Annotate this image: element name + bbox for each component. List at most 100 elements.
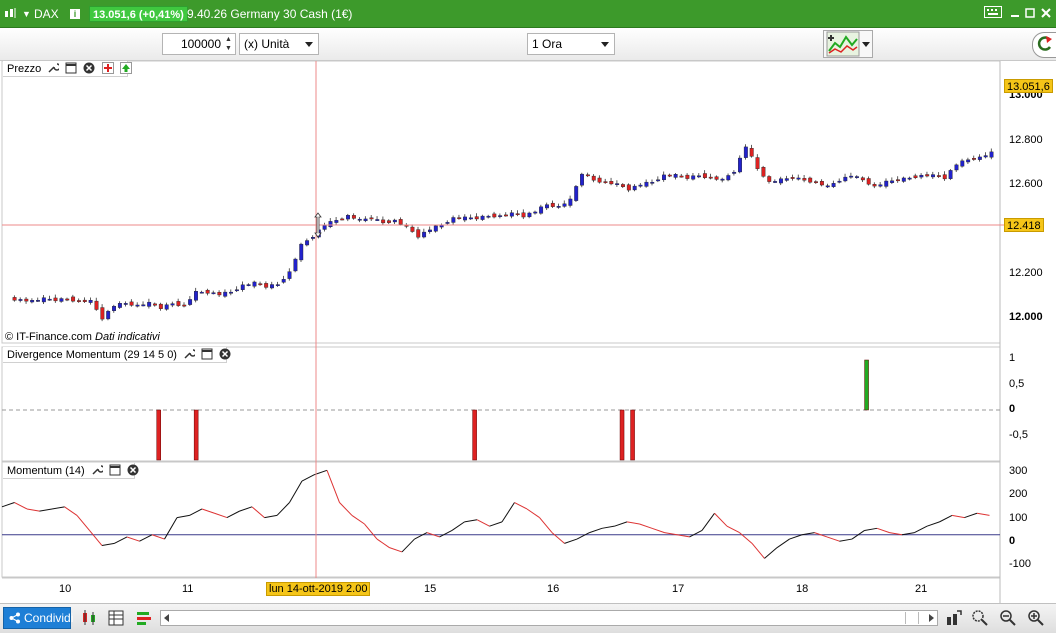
bear-candle — [504, 214, 508, 217]
last-price-badge: 13.051,6 (+0,41%) — [89, 6, 188, 22]
bull-candle — [363, 218, 368, 222]
date-tick: 15 — [424, 583, 437, 595]
bear-candle — [621, 184, 625, 187]
wrench-icon[interactable] — [91, 464, 103, 476]
timeframe-select[interactable]: 1 Ora — [527, 33, 615, 55]
bear-candle — [913, 175, 918, 178]
bull-candle — [784, 178, 789, 181]
bear-candle — [387, 220, 391, 223]
bull-candle — [977, 156, 982, 160]
bear-candle — [872, 184, 877, 187]
keyboard-icon[interactable] — [983, 6, 1003, 22]
date-tick: 17 — [672, 583, 685, 595]
bear-candle — [896, 179, 900, 182]
bull-candle — [773, 181, 778, 183]
scroll-right-icon[interactable] — [929, 614, 934, 622]
bull-candle — [170, 303, 175, 306]
indicators-button[interactable] — [823, 30, 873, 58]
bull-candle — [907, 177, 912, 180]
price-panel-header: Prezzo — [3, 61, 132, 77]
bearish-divergence-bar — [156, 409, 161, 461]
bear-candle — [158, 303, 163, 309]
candlestick-icon[interactable] — [80, 609, 98, 627]
window-icon[interactable] — [109, 464, 121, 476]
close-panel-icon[interactable] — [127, 464, 139, 476]
move-up-icon[interactable] — [119, 62, 132, 74]
zoom-area-icon[interactable] — [971, 609, 989, 627]
add-indicator-icon[interactable] — [101, 62, 114, 74]
bull-candle — [299, 243, 304, 261]
date-tick: 21 — [915, 583, 928, 595]
bar-chart-icon[interactable] — [135, 609, 153, 627]
bull-candle — [901, 177, 906, 182]
bull-candle — [983, 155, 988, 158]
auto-scroll-icon[interactable] — [945, 609, 963, 627]
bear-candle — [667, 174, 672, 177]
zoom-out-icon[interactable] — [999, 609, 1017, 627]
minimize-icon[interactable] — [1007, 6, 1023, 22]
wrench-icon[interactable] — [47, 62, 60, 74]
symbol-name[interactable]: DAX — [34, 0, 59, 28]
bull-candle — [966, 159, 971, 163]
bear-candle — [82, 299, 87, 302]
bull-candle — [193, 291, 198, 301]
copyright-text: © IT-Finance.com Dati indicativi — [5, 331, 160, 343]
bull-candle — [890, 180, 895, 183]
bear-candle — [609, 181, 614, 185]
chart-type-icon[interactable] — [4, 0, 18, 28]
toolbar: 100000 ▲ ▼ (x) Unità 1 Ora — [0, 28, 1056, 61]
bear-candle — [550, 202, 555, 207]
share-icon — [9, 612, 20, 624]
refresh-icon — [1037, 36, 1052, 51]
zoom-in-icon[interactable] — [1027, 609, 1045, 627]
bull-candle — [293, 258, 298, 272]
bear-candle — [457, 217, 462, 220]
bull-candle — [287, 271, 292, 279]
maximize-icon[interactable] — [1022, 6, 1038, 22]
bear-candle — [972, 158, 976, 160]
table-icon[interactable] — [107, 609, 125, 627]
quantity-stepper[interactable]: 100000 ▲ ▼ — [162, 33, 236, 55]
side-panel-toggle[interactable] — [1032, 32, 1056, 58]
horizontal-scrollbar[interactable] — [160, 610, 938, 626]
bear-candle — [71, 296, 76, 302]
unit-select[interactable]: (x) Unità — [239, 33, 319, 55]
momentum-tick: 100 — [1009, 512, 1028, 524]
bull-candle — [574, 186, 579, 201]
momentum-tick: 0 — [1009, 535, 1016, 547]
indicator-chart-icon — [826, 31, 860, 57]
window-icon[interactable] — [65, 62, 77, 74]
symbol-dropdown-chevron-icon[interactable]: ▼ — [22, 0, 31, 28]
share-button[interactable]: Condividi — [3, 607, 73, 629]
bear-candle — [802, 178, 807, 181]
bull-candle — [346, 215, 350, 220]
bear-candle — [860, 177, 865, 181]
bearish-divergence-bar — [619, 409, 625, 461]
bull-candle — [556, 206, 561, 208]
bull-candle — [223, 291, 228, 297]
window-icon[interactable] — [201, 348, 213, 360]
close-panel-icon[interactable] — [219, 348, 231, 360]
quantity-value: 100000 — [180, 37, 221, 51]
bull-candle — [164, 304, 169, 310]
scrollbar-thumb[interactable] — [905, 612, 919, 624]
date-tick: 18 — [796, 583, 809, 595]
info-icon[interactable]: i — [70, 9, 80, 19]
momentum-panel-frame — [1, 461, 1001, 578]
bull-candle — [843, 176, 848, 182]
bull-candle — [697, 175, 701, 178]
scroll-left-icon[interactable] — [164, 614, 169, 622]
bull-candle — [960, 160, 965, 167]
bull-candle — [240, 284, 245, 290]
chevron-down-icon — [601, 42, 609, 47]
bear-candle — [749, 148, 754, 157]
price-tick: 12.000 — [1009, 311, 1043, 323]
price-tick: 12.200 — [1009, 267, 1043, 279]
bull-candle — [30, 300, 35, 303]
close-panel-icon[interactable] — [83, 62, 95, 74]
wrench-icon[interactable] — [183, 348, 196, 360]
bear-candle — [153, 303, 157, 306]
close-icon[interactable] — [1038, 6, 1054, 22]
bullish-divergence-bar — [864, 359, 869, 411]
stepper-arrows-icon[interactable]: ▲ ▼ — [224, 35, 233, 53]
